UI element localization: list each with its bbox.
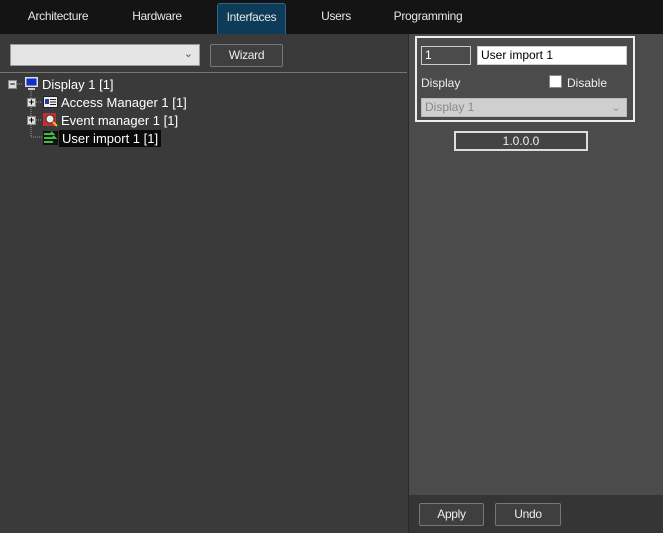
- expand-toggle[interactable]: +: [27, 98, 36, 107]
- top-tab-bar: Architecture Hardware Interfaces Users P…: [0, 0, 663, 34]
- toolbar: ⌄ Wizard: [0, 34, 407, 72]
- disable-checkbox[interactable]: [549, 75, 562, 88]
- id-field[interactable]: 1: [421, 46, 471, 65]
- wizard-button[interactable]: Wizard: [210, 44, 283, 67]
- object-type-select[interactable]: ⌄: [10, 44, 200, 66]
- tab-hardware[interactable]: Hardware: [118, 3, 196, 34]
- name-field[interactable]: User import 1: [477, 46, 627, 65]
- chevron-down-icon: ⌄: [183, 48, 193, 60]
- version-field: 1.0.0.0: [454, 131, 588, 151]
- disable-label: Disable: [567, 76, 608, 90]
- display-label: Display: [421, 76, 461, 90]
- import-arrows-icon: [43, 131, 58, 145]
- tab-interfaces[interactable]: Interfaces: [217, 3, 286, 34]
- properties-box: 1 User import 1 Display Disable Display …: [415, 36, 635, 122]
- display-select-value: Display 1: [425, 100, 475, 114]
- tab-users[interactable]: Users: [306, 3, 366, 34]
- chevron-down-icon: ⌄: [610, 100, 621, 114]
- footer-bar: Apply Undo: [408, 495, 663, 533]
- tab-architecture[interactable]: Architecture: [18, 3, 98, 34]
- display-select[interactable]: Display 1 ⌄: [421, 98, 627, 117]
- tree-item-access-manager[interactable]: Access Manager 1 [1]: [61, 94, 187, 111]
- tree-item-display[interactable]: Display 1 [1]: [42, 76, 114, 93]
- object-tree: − Display 1 [1] + Access Manager 1 [1] +…: [0, 72, 407, 533]
- expand-toggle[interactable]: +: [27, 116, 36, 125]
- tree-item-event-manager[interactable]: Event manager 1 [1]: [61, 112, 178, 129]
- tab-programming[interactable]: Programming: [388, 3, 468, 34]
- apply-button[interactable]: Apply: [419, 503, 484, 526]
- undo-button[interactable]: Undo: [495, 503, 561, 526]
- magnifier-icon: [43, 113, 58, 127]
- tree-item-user-import[interactable]: User import 1 [1]: [59, 130, 162, 147]
- id-card-icon: [43, 95, 58, 109]
- properties-panel: 1 User import 1 Display Disable Display …: [408, 34, 663, 495]
- monitor-icon: [24, 77, 39, 91]
- collapse-toggle[interactable]: −: [8, 80, 17, 89]
